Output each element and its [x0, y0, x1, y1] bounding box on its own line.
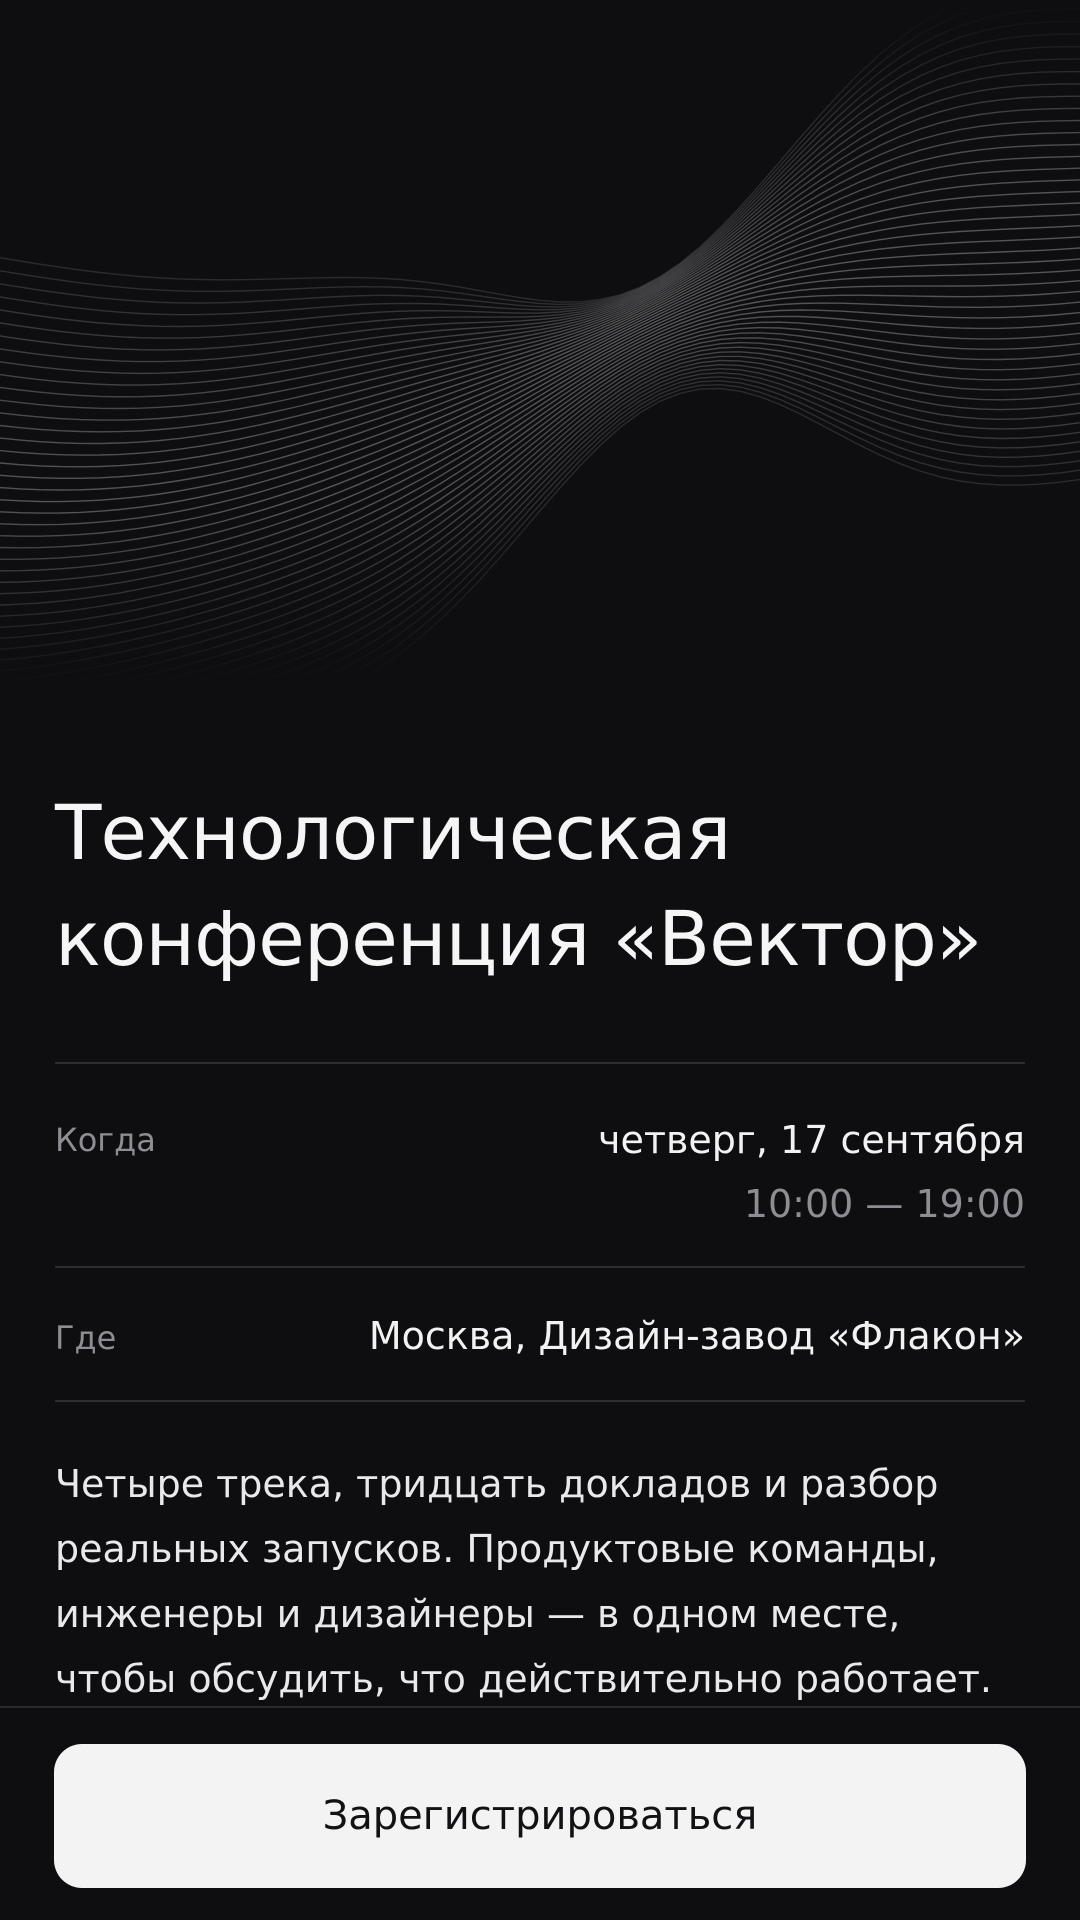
register-button[interactable]: Зарегистрироваться	[54, 1744, 1026, 1888]
event-date: четверг, 17 сентября	[598, 1118, 1025, 1162]
when-label: Когда	[55, 1121, 156, 1159]
description-line: реальных запусков. Продуктовые команды,	[55, 1527, 939, 1571]
when-row: Когда четверг, 17 сентября 10:00 — 19:00	[55, 1064, 1025, 1266]
event-title-line-2: конференция «Вектор»	[55, 894, 982, 983]
wave-fade-overlay	[0, 0, 1080, 700]
hero-wave-image	[0, 0, 1080, 700]
divider	[55, 1400, 1025, 1402]
where-label: Где	[55, 1319, 117, 1357]
description-line: инженеры и дизайнеры — в одном месте,	[55, 1592, 901, 1636]
where-value: Москва, Дизайн-завод «Флакон»	[368, 1314, 1025, 1358]
where-row: Где Москва, Дизайн-завод «Флакон»	[55, 1268, 1025, 1400]
bottom-action-bar: Зарегистрироваться	[0, 1706, 1080, 1920]
when-value: четверг, 17 сентября 10:00 — 19:00	[598, 1108, 1025, 1236]
event-title: Технологическая конференция «Вектор»	[55, 780, 1025, 992]
wave-lines-illustration	[0, 0, 1080, 700]
event-description: Четыре трека, тридцать докладов и разбор…	[55, 1452, 1025, 1712]
event-time: 10:00 — 19:00	[743, 1182, 1025, 1226]
description-line: чтобы обсудить, что действительно работа…	[55, 1657, 992, 1701]
event-details: Технологическая конференция «Вектор» Ког…	[55, 780, 1025, 1712]
description-line: Четыре трека, тридцать докладов и разбор	[55, 1462, 939, 1506]
event-title-line-1: Технологическая	[55, 788, 731, 877]
